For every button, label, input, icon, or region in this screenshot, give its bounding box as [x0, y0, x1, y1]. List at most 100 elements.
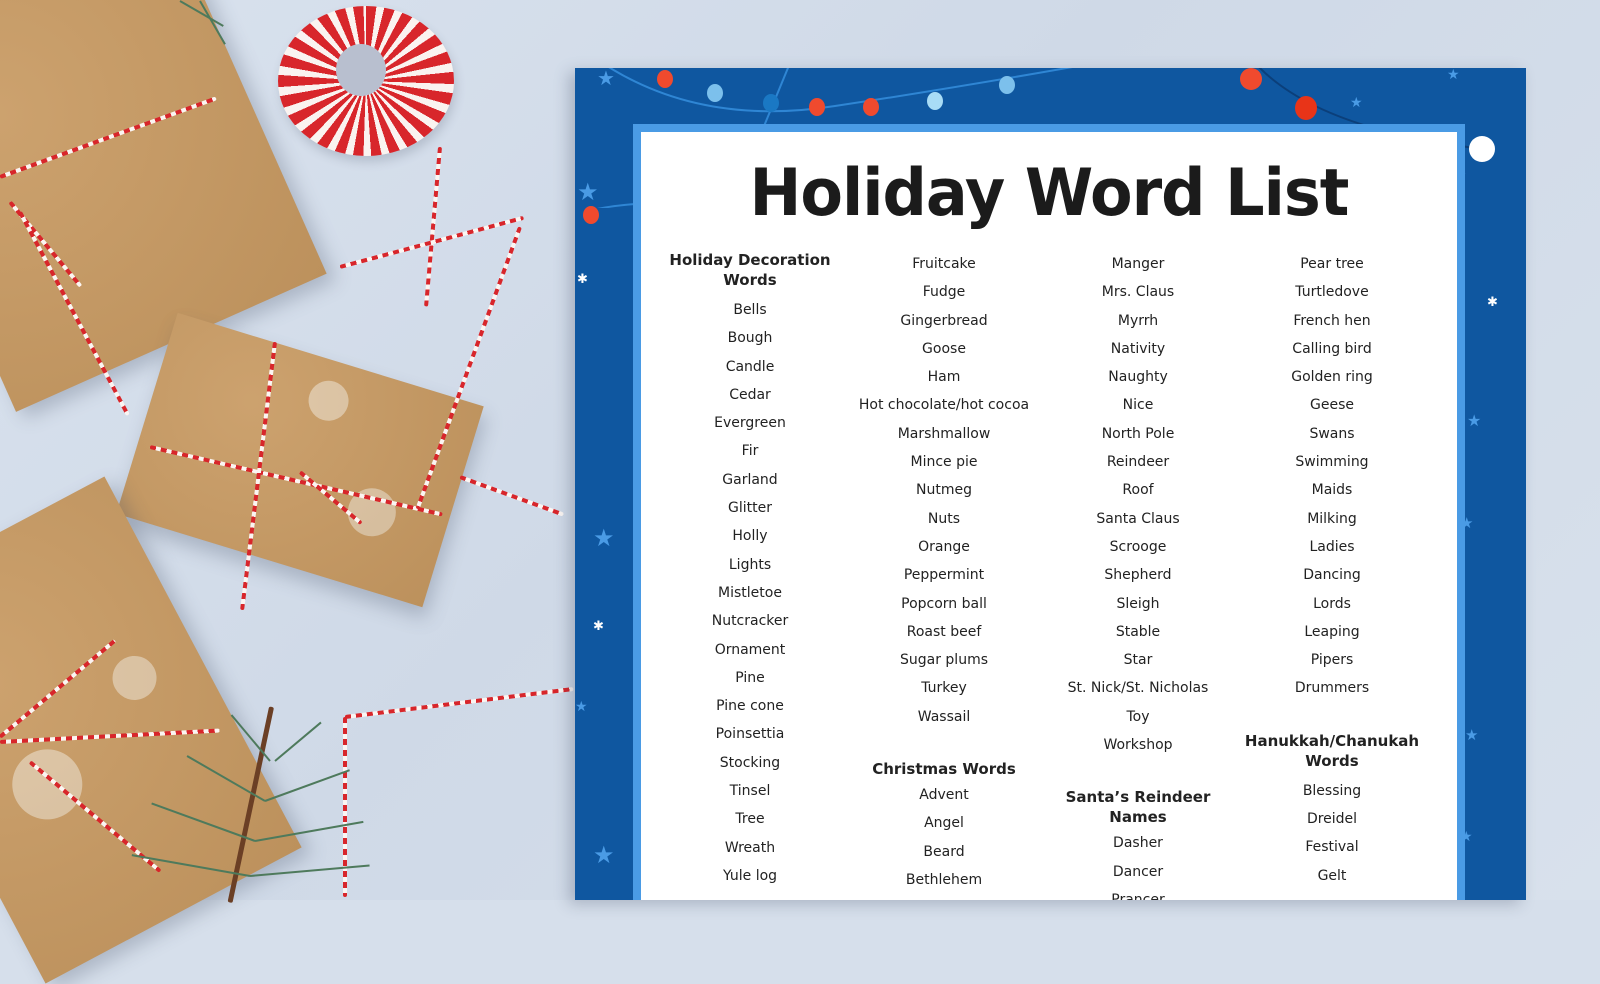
word-item: Pipers — [1310, 652, 1354, 669]
word-item: Wreath — [724, 839, 776, 856]
worksheet-frame: Holiday Word List Holiday Decoration Wor… — [633, 124, 1465, 900]
word-item: Sugar plums — [899, 652, 988, 669]
word-item: Advent — [919, 787, 969, 804]
word-item: Mrs. Claus — [1101, 284, 1175, 301]
polka-dot — [104, 648, 165, 708]
word-item: Roast beef — [906, 623, 982, 640]
word-item: Nativity — [1110, 340, 1166, 357]
word-list: Advent Angel Beard Bethlehem — [849, 781, 1039, 894]
word-item: Stable — [1115, 623, 1161, 640]
word-list: Blessing Dreidel Festival Gelt — [1237, 777, 1427, 890]
twine-strand — [343, 717, 347, 897]
light-bulb-light-blue — [707, 84, 723, 102]
word-item: Nutcracker — [711, 613, 789, 630]
word-column-3: Manger Mrs. Claus Myrrh Nativity Naughty Nice… — [1043, 250, 1233, 900]
word-item: Nice — [1122, 397, 1154, 414]
section-heading: Holiday Decoration Words — [669, 251, 831, 289]
word-item: Beard — [923, 843, 965, 860]
word-item: Pine cone — [716, 698, 784, 715]
word-item: Swans — [1309, 425, 1355, 442]
word-item: Leaping — [1304, 623, 1360, 640]
snowflake-icon: ✱ — [577, 272, 588, 287]
word-item: Roof — [1122, 482, 1154, 499]
word-column-2: Fruitcake Fudge Gingerbread Goose Ham Hot cho… — [849, 250, 1039, 894]
light-bulb-white — [1469, 136, 1495, 162]
word-item: Garland — [722, 471, 778, 488]
word-item: Stocking — [719, 754, 781, 771]
word-item: Hot chocolate/hot cocoa — [858, 397, 1030, 414]
twine-strand — [415, 226, 522, 510]
word-item: Dancing — [1303, 567, 1361, 584]
word-item: Lords — [1313, 595, 1351, 612]
word-item: Ornament — [714, 641, 786, 658]
polka-dot — [0, 737, 95, 832]
section-heading: Hanukkah/Chanukah Words — [1244, 731, 1420, 770]
word-item: Workshop — [1103, 737, 1173, 754]
word-item: Angel — [924, 815, 964, 832]
word-column-4: Pear tree Turtledove French hen Calling bir… — [1237, 250, 1427, 890]
word-item: Reindeer — [1106, 454, 1170, 471]
word-item: Festival — [1305, 839, 1359, 856]
word-item: Manger — [1111, 256, 1165, 272]
word-item: Glitter — [728, 500, 772, 517]
twine-strand — [344, 686, 574, 719]
word-item: Blessing — [1302, 782, 1362, 799]
word-item: Myrrh — [1117, 312, 1159, 329]
word-item: Golden ring — [1291, 369, 1373, 386]
word-list-worksheet: ★ ★ ★ ★ ★ ★ ★ ★ ★ ★ ★ ★ ✱ ✱ ✱ Holiday Wo… — [575, 68, 1526, 900]
light-bulb-light-blue — [999, 76, 1015, 94]
light-bulb-mid-blue — [763, 94, 779, 112]
word-item: Tinsel — [729, 783, 771, 800]
word-list: Pear tree Turtledove French hen Calling bir… — [1237, 250, 1427, 703]
word-item: Calling bird — [1292, 340, 1372, 357]
light-bulb-red — [1240, 68, 1262, 90]
word-item: Mince pie — [910, 454, 978, 471]
word-item: Toy — [1126, 708, 1150, 725]
star-icon: ★ — [597, 68, 615, 90]
word-column-1: Holiday Decoration Words Bells Bough Candl… — [655, 250, 845, 890]
word-item: Yule log — [722, 867, 778, 884]
twine-strand — [459, 475, 565, 517]
word-item: Dasher — [1113, 835, 1163, 852]
word-item: Scrooge — [1109, 538, 1167, 555]
section-heading: Santa’s Reindeer Names — [1065, 788, 1211, 827]
word-item: Milking — [1307, 510, 1357, 527]
word-item: Marshmallow — [897, 425, 991, 442]
word-item: Gingerbread — [900, 312, 988, 329]
word-item: Fir — [741, 443, 759, 460]
word-item: Bough — [727, 330, 773, 347]
word-item: Nutmeg — [916, 482, 972, 499]
word-item: Mistletoe — [718, 584, 782, 601]
light-bulb-red — [657, 70, 673, 88]
word-item: French hen — [1293, 312, 1371, 329]
word-item: Evergreen — [714, 415, 786, 432]
worksheet-paper: Holiday Word List Holiday Decoration Wor… — [641, 132, 1457, 900]
word-item: Fudge — [922, 284, 966, 301]
word-item: Dreidel — [1306, 811, 1358, 828]
word-item: St. Nick/St. Nicholas — [1067, 680, 1209, 697]
light-bulb-light-blue — [927, 92, 943, 110]
word-item: Ladies — [1309, 538, 1355, 555]
word-item: Pear tree — [1300, 256, 1364, 272]
word-item: Prancer — [1111, 891, 1165, 900]
word-item: Dancer — [1112, 863, 1164, 880]
polka-dot — [303, 375, 354, 426]
twine-spool — [278, 6, 454, 156]
gift-box-middle — [116, 312, 484, 608]
word-item: Turtledove — [1295, 284, 1369, 301]
word-item: Lights — [728, 556, 772, 573]
pine-needle — [264, 769, 350, 802]
word-item: Ham — [927, 369, 961, 386]
word-item: Nuts — [927, 510, 961, 527]
word-item: Candle — [725, 358, 775, 375]
worksheet-title: Holiday Word List — [749, 154, 1350, 231]
word-item: Bethlehem — [905, 871, 983, 888]
pine-needle — [249, 864, 370, 877]
star-icon: ★ — [1350, 95, 1363, 111]
star-icon: ★ — [1447, 68, 1460, 83]
word-item: Popcorn ball — [901, 595, 987, 612]
light-bulb-red — [1295, 96, 1317, 120]
word-item: Gelt — [1317, 867, 1347, 884]
